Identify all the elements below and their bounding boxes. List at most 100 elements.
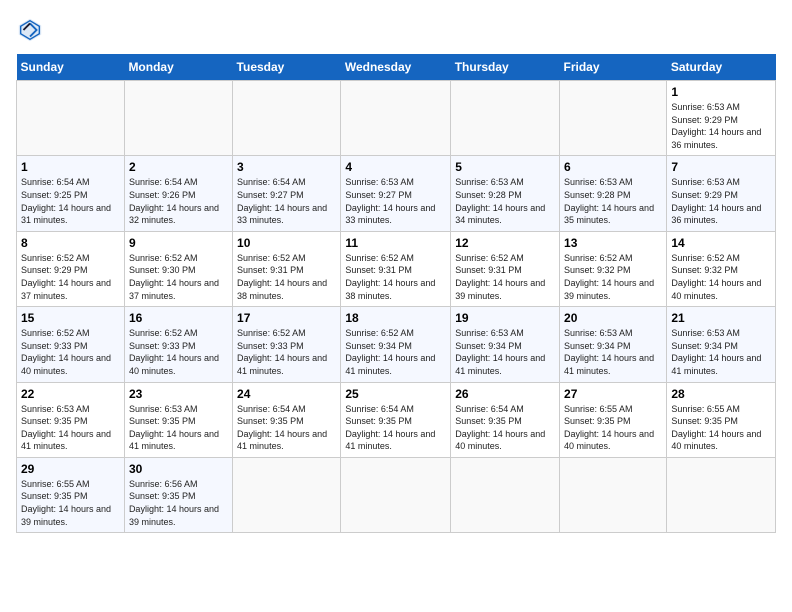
calendar-cell: [17, 81, 125, 156]
calendar-cell: 13 Sunrise: 6:52 AMSunset: 9:32 PMDayligh…: [560, 231, 667, 306]
day-info: Sunrise: 6:56 AMSunset: 9:35 PMDaylight:…: [129, 478, 228, 528]
day-number: 18: [345, 311, 446, 325]
day-info: Sunrise: 6:53 AMSunset: 9:34 PMDaylight:…: [455, 327, 555, 377]
calendar-cell: [233, 81, 341, 156]
day-info: Sunrise: 6:53 AMSunset: 9:27 PMDaylight:…: [345, 176, 446, 226]
calendar-cell: 12 Sunrise: 6:52 AMSunset: 9:31 PMDayligh…: [451, 231, 560, 306]
header-row: SundayMondayTuesdayWednesdayThursdayFrid…: [17, 54, 776, 81]
calendar-cell: 30Sunrise: 6:56 AMSunset: 9:35 PMDayligh…: [124, 457, 232, 532]
calendar-cell: 6 Sunrise: 6:53 AMSunset: 9:28 PMDaylight…: [560, 156, 667, 231]
day-info: Sunrise: 6:53 AMSunset: 9:34 PMDaylight:…: [671, 327, 771, 377]
calendar-cell: 24 Sunrise: 6:54 AMSunset: 9:35 PMDayligh…: [233, 382, 341, 457]
day-number: 4: [345, 160, 446, 174]
day-number: 3: [237, 160, 336, 174]
day-number: 20: [564, 311, 662, 325]
calendar-cell: 2 Sunrise: 6:54 AMSunset: 9:26 PMDaylight…: [124, 156, 232, 231]
day-number: 24: [237, 387, 336, 401]
calendar-cell: 21 Sunrise: 6:53 AMSunset: 9:34 PMDayligh…: [667, 307, 776, 382]
day-number: 12: [455, 236, 555, 250]
day-number: 26: [455, 387, 555, 401]
day-number: 9: [129, 236, 228, 250]
day-info: Sunrise: 6:54 AMSunset: 9:35 PMDaylight:…: [345, 403, 446, 453]
calendar-cell: [560, 457, 667, 532]
day-info: Sunrise: 6:52 AMSunset: 9:31 PMDaylight:…: [237, 252, 336, 302]
header: [16, 16, 776, 44]
day-info: Sunrise: 6:55 AMSunset: 9:35 PMDaylight:…: [671, 403, 771, 453]
day-info: Sunrise: 6:54 AMSunset: 9:26 PMDaylight:…: [129, 176, 228, 226]
col-header-saturday: Saturday: [667, 54, 776, 81]
week-row-1: 1 Sunrise: 6:54 AMSunset: 9:25 PMDaylight…: [17, 156, 776, 231]
day-number: 13: [564, 236, 662, 250]
calendar-table: SundayMondayTuesdayWednesdayThursdayFrid…: [16, 54, 776, 533]
day-number: 27: [564, 387, 662, 401]
day-info: Sunrise: 6:52 AMSunset: 9:32 PMDaylight:…: [564, 252, 662, 302]
day-number: 14: [671, 236, 771, 250]
col-header-friday: Friday: [560, 54, 667, 81]
col-header-wednesday: Wednesday: [341, 54, 451, 81]
calendar-cell: 17Sunrise: 6:52 AMSunset: 9:33 PMDayligh…: [233, 307, 341, 382]
day-number: 6: [564, 160, 662, 174]
calendar-cell: [451, 457, 560, 532]
day-number: 7: [671, 160, 771, 174]
day-number: 28: [671, 387, 771, 401]
calendar-cell: 4 Sunrise: 6:53 AMSunset: 9:27 PMDaylight…: [341, 156, 451, 231]
day-number: 11: [345, 236, 446, 250]
logo: [16, 16, 48, 44]
day-number: 17: [237, 311, 336, 325]
week-row-2: 8Sunrise: 6:52 AMSunset: 9:29 PMDaylight…: [17, 231, 776, 306]
day-info: Sunrise: 6:54 AMSunset: 9:35 PMDaylight:…: [237, 403, 336, 453]
calendar-cell: [124, 81, 232, 156]
col-header-tuesday: Tuesday: [233, 54, 341, 81]
week-row-0: 1Sunrise: 6:53 AMSunset: 9:29 PMDaylight…: [17, 81, 776, 156]
day-info: Sunrise: 6:52 AMSunset: 9:33 PMDaylight:…: [21, 327, 120, 377]
day-number: 5: [455, 160, 555, 174]
week-row-4: 22Sunrise: 6:53 AMSunset: 9:35 PMDayligh…: [17, 382, 776, 457]
day-info: Sunrise: 6:53 AMSunset: 9:29 PMDaylight:…: [671, 176, 771, 226]
calendar-cell: 1Sunrise: 6:53 AMSunset: 9:29 PMDaylight…: [667, 81, 776, 156]
calendar-cell: 28 Sunrise: 6:55 AMSunset: 9:35 PMDayligh…: [667, 382, 776, 457]
day-number: 19: [455, 311, 555, 325]
day-info: Sunrise: 6:52 AMSunset: 9:30 PMDaylight:…: [129, 252, 228, 302]
day-number: 23: [129, 387, 228, 401]
calendar-cell: [233, 457, 341, 532]
calendar-cell: [560, 81, 667, 156]
day-number: 21: [671, 311, 771, 325]
day-number: 1: [21, 160, 120, 174]
calendar-cell: 15 Sunrise: 6:52 AMSunset: 9:33 PMDayligh…: [17, 307, 125, 382]
calendar-cell: 25 Sunrise: 6:54 AMSunset: 9:35 PMDayligh…: [341, 382, 451, 457]
day-number: 2: [129, 160, 228, 174]
day-number: 22: [21, 387, 120, 401]
calendar-cell: 27 Sunrise: 6:55 AMSunset: 9:35 PMDayligh…: [560, 382, 667, 457]
col-header-monday: Monday: [124, 54, 232, 81]
day-info: Sunrise: 6:52 AMSunset: 9:31 PMDaylight:…: [455, 252, 555, 302]
day-info: Sunrise: 6:55 AMSunset: 9:35 PMDaylight:…: [564, 403, 662, 453]
logo-icon: [16, 16, 44, 44]
calendar-cell: [451, 81, 560, 156]
day-number: 25: [345, 387, 446, 401]
calendar-cell: [341, 81, 451, 156]
day-info: Sunrise: 6:53 AMSunset: 9:28 PMDaylight:…: [564, 176, 662, 226]
calendar-cell: 18Sunrise: 6:52 AMSunset: 9:34 PMDayligh…: [341, 307, 451, 382]
day-info: Sunrise: 6:54 AMSunset: 9:25 PMDaylight:…: [21, 176, 120, 226]
day-number: 15: [21, 311, 120, 325]
calendar-cell: 19 Sunrise: 6:53 AMSunset: 9:34 PMDayligh…: [451, 307, 560, 382]
calendar-cell: 20Sunrise: 6:53 AMSunset: 9:34 PMDayligh…: [560, 307, 667, 382]
day-info: Sunrise: 6:53 AMSunset: 9:28 PMDaylight:…: [455, 176, 555, 226]
day-info: Sunrise: 6:55 AMSunset: 9:35 PMDaylight:…: [21, 478, 120, 528]
calendar-cell: 26 Sunrise: 6:54 AMSunset: 9:35 PMDayligh…: [451, 382, 560, 457]
day-number: 16: [129, 311, 228, 325]
week-row-5: 29 Sunrise: 6:55 AMSunset: 9:35 PMDayligh…: [17, 457, 776, 532]
calendar-cell: 10Sunrise: 6:52 AMSunset: 9:31 PMDayligh…: [233, 231, 341, 306]
calendar-cell: 1 Sunrise: 6:54 AMSunset: 9:25 PMDaylight…: [17, 156, 125, 231]
col-header-thursday: Thursday: [451, 54, 560, 81]
col-header-sunday: Sunday: [17, 54, 125, 81]
calendar-cell: 3Sunrise: 6:54 AMSunset: 9:27 PMDaylight…: [233, 156, 341, 231]
week-row-3: 15 Sunrise: 6:52 AMSunset: 9:33 PMDayligh…: [17, 307, 776, 382]
calendar-cell: 8Sunrise: 6:52 AMSunset: 9:29 PMDaylight…: [17, 231, 125, 306]
day-info: Sunrise: 6:54 AMSunset: 9:35 PMDaylight:…: [455, 403, 555, 453]
calendar-cell: 9 Sunrise: 6:52 AMSunset: 9:30 PMDaylight…: [124, 231, 232, 306]
page: SundayMondayTuesdayWednesdayThursdayFrid…: [0, 0, 792, 612]
day-number: 29: [21, 462, 120, 476]
day-info: Sunrise: 6:52 AMSunset: 9:29 PMDaylight:…: [21, 252, 120, 302]
day-info: Sunrise: 6:52 AMSunset: 9:32 PMDaylight:…: [671, 252, 771, 302]
